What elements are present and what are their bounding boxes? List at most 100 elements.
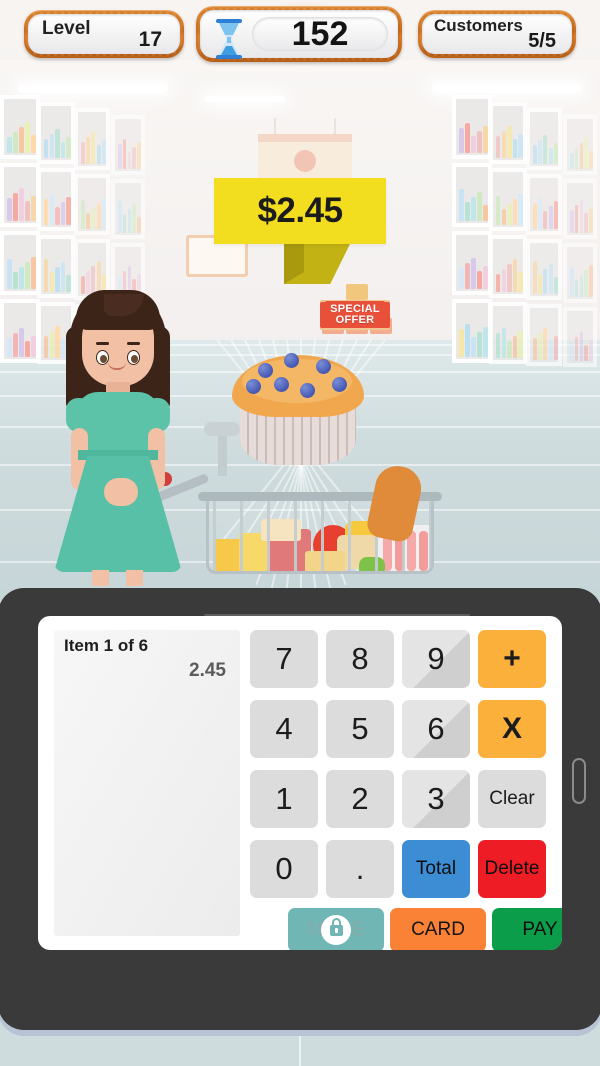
shelf-box: [526, 108, 562, 170]
key-8[interactable]: 8: [326, 630, 394, 688]
key-2-label: 2: [351, 781, 369, 816]
key-total[interactable]: Total: [402, 840, 470, 898]
shelf-product: [483, 205, 488, 221]
shelf-product: [501, 268, 506, 292]
cart-post: [218, 430, 227, 476]
key-0-label: 0: [275, 851, 293, 886]
shelf-product: [459, 268, 464, 289]
shelf-product: [132, 147, 136, 169]
key-1[interactable]: 1: [250, 770, 318, 828]
cash-register-tablet: Item 1 of 6 2.45 7 8 9 +4 5 6 X 1 2 3 Clear 0. Total…: [0, 588, 600, 1030]
shelf-product: [570, 153, 574, 169]
shelf-product: [543, 269, 548, 295]
key-multiply[interactable]: X: [478, 700, 546, 758]
blueberry: [300, 383, 315, 398]
shelf-product: [548, 264, 553, 295]
key-7[interactable]: 7: [250, 630, 318, 688]
pay-button[interactable]: PAY: [492, 908, 562, 950]
cart-item-cheese-block: [305, 551, 345, 571]
level-value: 17: [138, 28, 162, 51]
shelf-product: [459, 329, 464, 357]
cart-wire: [429, 499, 431, 571]
key-0[interactable]: 0: [250, 840, 318, 898]
shelf-product: [55, 206, 60, 225]
sleeve-right: [144, 398, 170, 432]
banner-top-strip: [258, 134, 352, 142]
shelf-box: [0, 163, 40, 227]
floor-seam: [299, 1028, 301, 1066]
shelf-product: [19, 188, 24, 221]
shelf-product: [91, 207, 96, 229]
more-button: MORE: [288, 908, 384, 950]
key-6[interactable]: 6: [402, 700, 470, 758]
shelf-product: [101, 139, 106, 164]
timer-panel: 152: [200, 10, 398, 59]
shelf-product: [137, 217, 141, 233]
card-button[interactable]: CARD: [390, 908, 486, 950]
shelf-product: [465, 202, 470, 221]
shelf-product: [86, 212, 91, 229]
shelf-product: [7, 198, 12, 221]
shelf-product: [579, 200, 584, 233]
shelf-product: [548, 340, 553, 360]
key-9-label: 9: [427, 641, 445, 676]
key-clear[interactable]: Clear: [478, 770, 546, 828]
shelf-product: [477, 192, 482, 221]
price-tag: $2.45: [214, 178, 386, 244]
shelf-product: [459, 189, 464, 221]
key-5[interactable]: 5: [326, 700, 394, 758]
shelf-box: [563, 307, 597, 367]
shelf-product: [122, 139, 127, 169]
shelf-product: [13, 193, 18, 221]
shelf-box: [489, 168, 527, 231]
shelf-product: [518, 134, 523, 159]
key-plus[interactable]: +: [478, 630, 546, 688]
shelf-product: [25, 262, 30, 289]
cart-wire: [348, 499, 351, 571]
level-label: Level: [42, 18, 91, 39]
key-3[interactable]: 3: [402, 770, 470, 828]
shelf-box: [0, 231, 40, 295]
key-decimal[interactable]: .: [326, 840, 394, 898]
shelf-product: [589, 265, 593, 297]
shelf-box: [563, 179, 597, 239]
hourglass-icon: [216, 19, 242, 59]
key-9[interactable]: 9: [402, 630, 470, 688]
card-button-label: CARD: [411, 919, 465, 940]
shelf-product: [31, 135, 36, 153]
shelf-product: [477, 131, 482, 153]
shelf-product: [127, 209, 132, 233]
shelf-product: [465, 123, 470, 153]
shelf-product: [570, 342, 574, 361]
shelf-product: [507, 203, 512, 225]
shelf-product: [13, 272, 18, 289]
cart-wire: [321, 499, 324, 571]
special-offer-sign: SPECIAL OFFER: [320, 300, 390, 330]
shelf-product: [483, 126, 488, 153]
shelf-product: [44, 198, 49, 225]
shelf-product: [501, 328, 506, 359]
customers-label: Customers: [434, 16, 523, 35]
shelf-product: [548, 205, 553, 229]
shelf-product: [132, 204, 136, 233]
key-4[interactable]: 4: [250, 700, 318, 758]
timer-value: 152: [291, 14, 349, 53]
timer-badge: 152: [196, 6, 402, 62]
tablet-side-button[interactable]: [572, 758, 586, 804]
shelf-product: [553, 277, 558, 295]
shelf-box: [489, 101, 527, 165]
shelf-product: [118, 144, 122, 169]
lock-icon: [321, 915, 351, 945]
shelf-product: [122, 214, 127, 233]
shelf-product: [579, 275, 584, 297]
key-2[interactable]: 2: [326, 770, 394, 828]
shelf-product: [81, 141, 85, 164]
shelf-product: [543, 210, 548, 229]
shelf-product: [518, 331, 523, 359]
ceiling-light: [432, 84, 582, 93]
key-delete[interactable]: Delete: [478, 840, 546, 898]
shelf-product: [512, 258, 518, 292]
customers-badge: Customers 5/5: [418, 10, 576, 58]
blueberry: [246, 379, 261, 394]
shelf-product: [584, 270, 588, 297]
